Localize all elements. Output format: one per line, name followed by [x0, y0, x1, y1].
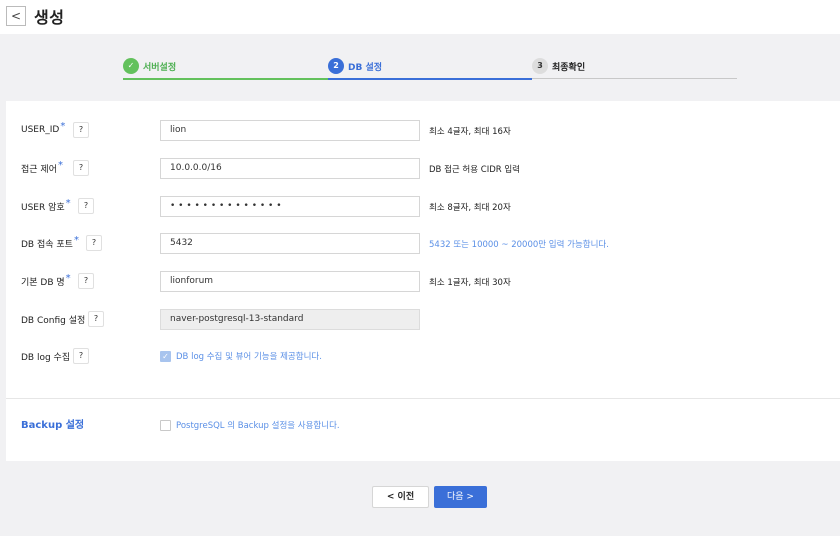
access-control-label: 접근 제어 *	[21, 160, 63, 175]
db-log-label: DB log 수집	[21, 353, 71, 363]
backup-checkbox-label: PostgreSQL 의 Backup 설정을 사용합니다.	[176, 421, 340, 431]
required-mark: *	[57, 160, 63, 171]
db-port-label: DB 접속 포트 *	[21, 235, 79, 250]
section-divider	[6, 398, 840, 399]
user-id-hint: 최소 4글자, 최대 16자	[429, 127, 511, 137]
step-progress-active	[328, 78, 532, 80]
db-settings-form: USER_ID * ? lion 최소 4글자, 최대 16자 접근 제어 * ? …	[6, 101, 840, 461]
step-server-settings: ✓ 서버설정	[123, 58, 176, 74]
default-db-name-input[interactable]: lionforum	[160, 271, 420, 292]
row-access-control: 접근 제어 * ? 10.0.0.0/16 DB 접근 허용 CIDR 입력	[6, 158, 840, 180]
help-icon[interactable]: ?	[73, 160, 89, 176]
step-number-badge: 3	[532, 58, 548, 74]
db-config-field: naver-postgresql-13-standard	[160, 309, 420, 330]
step-number-badge: 2	[328, 58, 344, 74]
stepper: ✓ 서버설정 2 DB 설정 3 최종확인	[0, 34, 840, 98]
user-password-label: USER 암호 *	[21, 198, 71, 213]
step-label: 서버설정	[143, 62, 177, 73]
step-label: DB 설정	[348, 62, 383, 73]
required-mark: *	[60, 121, 66, 132]
help-icon[interactable]: ?	[88, 311, 104, 327]
required-mark: *	[73, 235, 79, 246]
prev-button[interactable]: < 이전	[372, 486, 429, 508]
row-db-port: DB 접속 포트 * ? 5432 5432 또는 10000 ~ 20000만 …	[6, 233, 840, 255]
access-control-hint: DB 접근 허용 CIDR 입력	[429, 165, 520, 175]
required-mark: *	[65, 198, 71, 209]
user-password-input[interactable]: • • • • • • • • • • • • • •	[160, 196, 420, 217]
help-icon[interactable]: ?	[78, 198, 94, 214]
help-icon[interactable]: ?	[73, 122, 89, 138]
db-config-label: DB Config 설정	[21, 316, 86, 326]
row-db-config: DB Config 설정 ? naver-postgresql-13-stand…	[6, 309, 840, 331]
chevron-left-icon[interactable]: <	[6, 6, 26, 26]
default-db-name-label: 기본 DB 명 *	[21, 273, 71, 288]
check-circle-icon: ✓	[123, 58, 139, 74]
db-log-option: ✓ DB log 수집 및 뷰어 기능을 제공합니다.	[160, 350, 322, 362]
step-progress-pending	[532, 78, 737, 79]
row-default-db-name: 기본 DB 명 * ? lionforum 최소 1글자, 최대 30자	[6, 271, 840, 293]
step-final-confirm: 3 최종확인	[532, 58, 585, 74]
row-db-log: DB log 수집 ? ✓ DB log 수집 및 뷰어 기능을 제공합니다.	[6, 346, 840, 368]
top-bar: < 생성	[0, 0, 840, 34]
next-button[interactable]: 다음 >	[434, 486, 487, 508]
required-mark: *	[65, 273, 71, 284]
help-icon[interactable]: ?	[73, 348, 89, 364]
access-control-input[interactable]: 10.0.0.0/16	[160, 158, 420, 179]
step-label: 최종확인	[552, 62, 586, 73]
user-password-hint: 최소 8글자, 최대 20자	[429, 203, 511, 213]
db-port-hint: 5432 또는 10000 ~ 20000만 입력 가능합니다.	[429, 240, 609, 250]
help-icon[interactable]: ?	[86, 235, 102, 251]
user-id-input[interactable]: lion	[160, 120, 420, 141]
backup-checkbox[interactable]	[160, 419, 171, 431]
user-id-label: USER_ID *	[21, 121, 66, 135]
row-user-password: USER 암호 * ? • • • • • • • • • • • • • • 최…	[6, 196, 840, 218]
default-db-name-hint: 최소 1글자, 최대 30자	[429, 278, 511, 288]
help-icon[interactable]: ?	[78, 273, 94, 289]
step-progress-done	[123, 78, 328, 80]
row-backup: PostgreSQL 의 Backup 설정을 사용합니다.	[6, 415, 840, 437]
db-log-checkbox-label: DB log 수집 및 뷰어 기능을 제공합니다.	[176, 352, 322, 362]
db-port-input[interactable]: 5432	[160, 233, 420, 254]
backup-option: PostgreSQL 의 Backup 설정을 사용합니다.	[160, 419, 340, 431]
page-title: 생성	[34, 8, 65, 27]
db-log-checkbox[interactable]: ✓	[160, 350, 171, 362]
row-user-id: USER_ID * ? lion 최소 4글자, 최대 16자	[6, 120, 840, 142]
step-db-settings: 2 DB 설정	[328, 58, 382, 74]
